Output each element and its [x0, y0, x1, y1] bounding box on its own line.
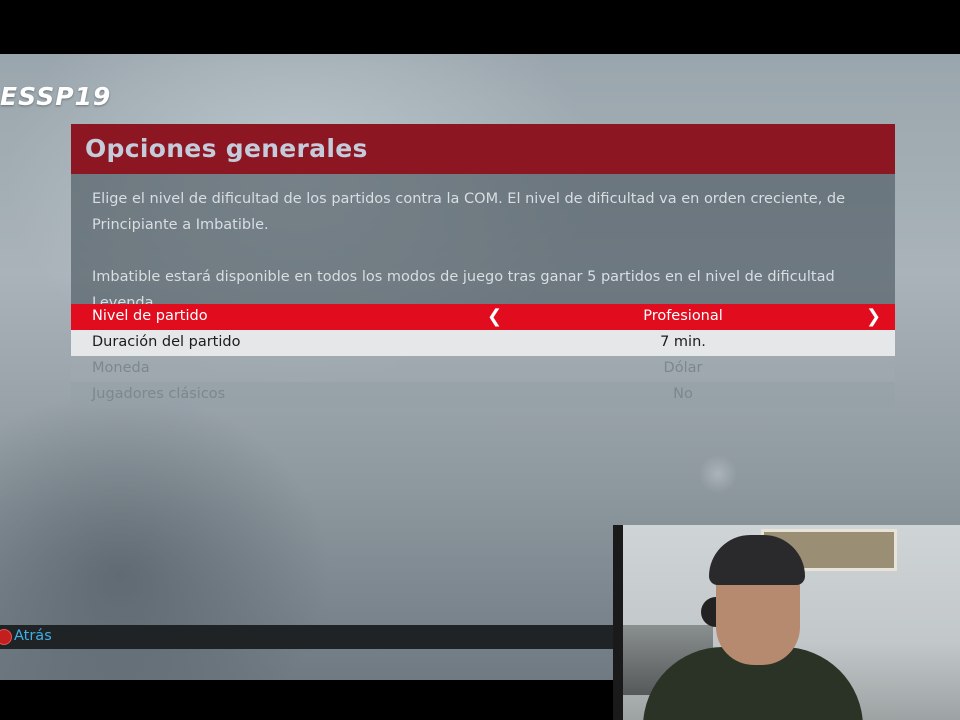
- back-button-icon[interactable]: [0, 629, 12, 645]
- back-label[interactable]: Atrás: [14, 628, 52, 644]
- general-options-panel: Opciones generales Elige el nivel de dif…: [71, 124, 895, 409]
- option-label: Moneda: [92, 360, 150, 376]
- panel-header: Opciones generales: [71, 124, 895, 174]
- option-value: Profesional: [643, 308, 723, 324]
- letterbox-top: [0, 0, 960, 54]
- option-value: No: [673, 386, 693, 402]
- option-row-match-level[interactable]: Nivel de partido ❮ Profesional ❯: [71, 304, 895, 330]
- chevron-right-icon[interactable]: ❯: [866, 306, 881, 327]
- option-row-match-duration[interactable]: Duración del partido 7 min.: [71, 330, 895, 356]
- option-value: Dólar: [663, 360, 703, 376]
- game-logo: ESSP19: [0, 82, 112, 111]
- option-row-classic-players[interactable]: Jugadores clásicos No: [71, 382, 895, 408]
- webcam-left-edge: [613, 525, 623, 720]
- option-label: Jugadores clásicos: [92, 386, 226, 402]
- option-label: Duración del partido: [92, 334, 241, 350]
- description-paragraph-1: Elige el nivel de dificultad de los part…: [92, 191, 846, 233]
- options-list: Nivel de partido ❮ Profesional ❯ Duració…: [71, 304, 895, 408]
- option-label: Nivel de partido: [92, 308, 208, 324]
- option-row-currency[interactable]: Moneda Dólar: [71, 356, 895, 382]
- page-title: Opciones generales: [85, 134, 368, 163]
- chevron-left-icon[interactable]: ❮: [487, 306, 502, 327]
- webcam-overlay: [613, 525, 960, 720]
- description-box: Elige el nivel de dificultad de los part…: [71, 174, 895, 311]
- option-value: 7 min.: [660, 334, 706, 350]
